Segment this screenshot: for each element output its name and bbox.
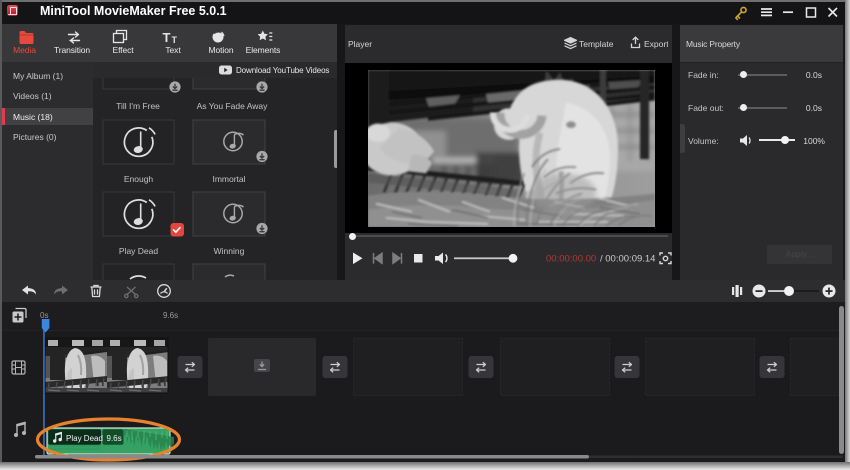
svg-text:Play Dead: Play Dead bbox=[66, 434, 103, 443]
svg-text:0s: 0s bbox=[40, 311, 48, 320]
svg-text:T: T bbox=[163, 30, 171, 45]
svg-text:00:00:00.00: 00:00:00.00 bbox=[546, 254, 596, 265]
svg-text:Play Dead: Play Dead bbox=[119, 246, 158, 256]
svg-text:9.6s: 9.6s bbox=[163, 311, 178, 320]
svg-text:9.6s: 9.6s bbox=[107, 434, 122, 443]
svg-text:Export: Export bbox=[644, 39, 668, 49]
svg-text:Immortal: Immortal bbox=[212, 174, 245, 184]
svg-text:Till I'm Free: Till I'm Free bbox=[116, 101, 160, 111]
svg-text:Winning: Winning bbox=[214, 246, 245, 256]
svg-text:T: T bbox=[172, 35, 178, 45]
svg-text:Enough: Enough bbox=[124, 174, 154, 184]
svg-text:As You Fade Away: As You Fade Away bbox=[197, 101, 268, 111]
svg-text:Template: Template bbox=[579, 39, 614, 49]
svg-text:/ 00:00:09.14: / 00:00:09.14 bbox=[600, 254, 655, 265]
